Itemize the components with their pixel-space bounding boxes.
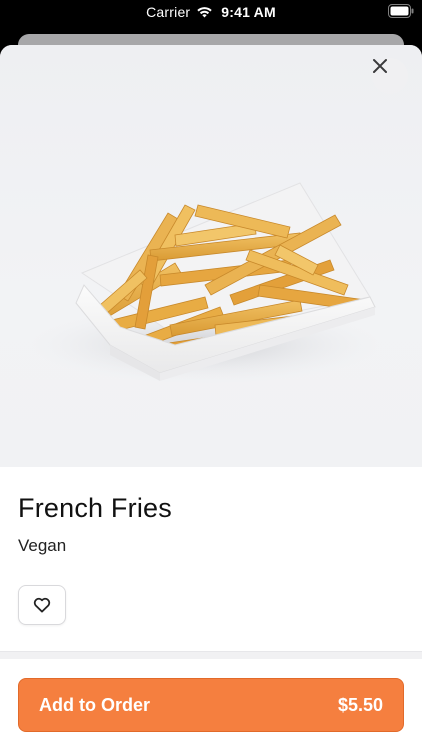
wifi-icon bbox=[197, 7, 212, 18]
close-button[interactable] bbox=[372, 58, 408, 94]
product-detail-sheet: French Fries Vegan Add to Order $5.50 bbox=[0, 45, 422, 750]
product-title: French Fries bbox=[18, 493, 172, 523]
add-to-order-button[interactable]: Add to Order $5.50 bbox=[18, 678, 404, 732]
carrier-label: Carrier bbox=[146, 4, 191, 20]
price-label: $5.50 bbox=[337, 694, 383, 715]
product-photo bbox=[0, 45, 422, 467]
french-fries-photo bbox=[30, 182, 380, 383]
add-to-order-label: Add to Order bbox=[39, 694, 150, 715]
favorite-button[interactable] bbox=[18, 585, 66, 625]
clock: 9:41 AM bbox=[221, 4, 276, 20]
dietary-tag: Vegan bbox=[18, 536, 67, 555]
battery-icon bbox=[388, 4, 414, 18]
section-divider bbox=[0, 651, 422, 659]
close-icon bbox=[373, 59, 387, 73]
heart-outline-icon bbox=[33, 597, 51, 613]
status-center: Carrier 9:41 AM bbox=[0, 4, 422, 20]
status-bar: Carrier 9:41 AM bbox=[0, 0, 422, 24]
